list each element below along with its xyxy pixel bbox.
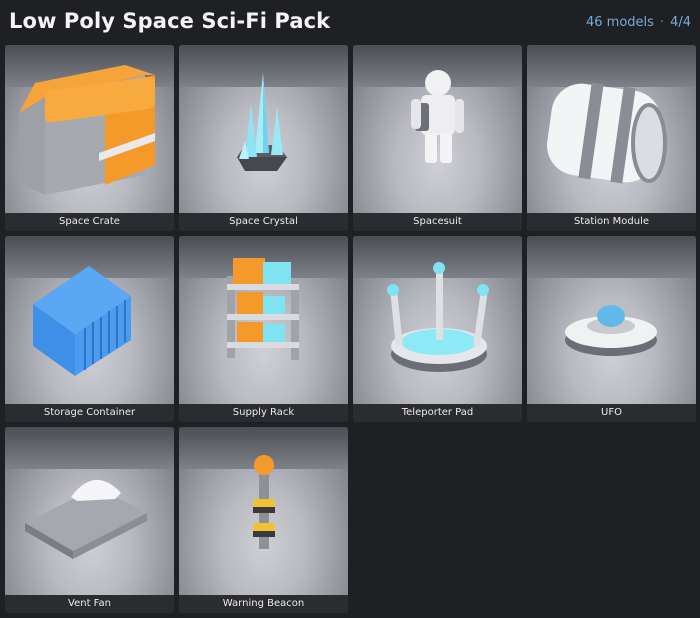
model-card-space-crate[interactable]: Space Crate [5, 45, 174, 231]
model-card-space-crystal[interactable]: Space Crystal [179, 45, 348, 231]
thumbnail[interactable] [353, 45, 522, 213]
ufo-icon [565, 305, 657, 356]
spacesuit-icon [411, 70, 464, 163]
page-header: Low Poly Space Sci-Fi Pack 46 models · 4/4 [0, 0, 700, 44]
supply-rack-icon [227, 258, 299, 360]
page-indicator[interactable]: 4/4 [670, 15, 691, 30]
separator-dot: · [659, 15, 665, 30]
storage-container-icon [33, 266, 131, 376]
vent-fan-icon [25, 479, 147, 559]
model-label: Space Crate [5, 213, 174, 231]
thumbnail[interactable] [353, 236, 522, 404]
thumbnail[interactable] [179, 427, 348, 595]
thumbnail[interactable] [527, 45, 696, 213]
model-card-spacesuit[interactable]: Spacesuit [353, 45, 522, 231]
model-label: Station Module [527, 213, 696, 231]
thumbnail[interactable] [5, 45, 174, 213]
model-count: 46 models [586, 15, 654, 30]
model-card-station-module[interactable]: Station Module [527, 45, 696, 231]
thumbnail[interactable] [5, 236, 174, 404]
model-grid: Space Crate Space Crystal Spacesuit Stat… [5, 45, 696, 615]
model-label: UFO [527, 404, 696, 422]
model-label: Warning Beacon [179, 595, 348, 613]
page-title: Low Poly Space Sci-Fi Pack [9, 9, 331, 33]
warning-beacon-icon [253, 455, 275, 549]
space-crate-icon [19, 65, 155, 195]
model-label: Storage Container [5, 404, 174, 422]
model-card-supply-rack[interactable]: Supply Rack [179, 236, 348, 422]
teleporter-pad-icon [387, 262, 489, 372]
model-card-warning-beacon[interactable]: Warning Beacon [179, 427, 348, 613]
thumbnail[interactable] [179, 45, 348, 213]
model-label: Vent Fan [5, 595, 174, 613]
model-card-ufo[interactable]: UFO [527, 236, 696, 422]
model-label: Teleporter Pad [353, 404, 522, 422]
space-crystal-icon [237, 73, 287, 171]
thumbnail[interactable] [5, 427, 174, 595]
model-label: Spacesuit [353, 213, 522, 231]
model-card-storage-container[interactable]: Storage Container [5, 236, 174, 422]
pagination-info: 46 models · 4/4 [586, 15, 691, 30]
model-card-teleporter-pad[interactable]: Teleporter Pad [353, 236, 522, 422]
thumbnail[interactable] [179, 236, 348, 404]
thumbnail[interactable] [527, 236, 696, 404]
station-module-icon [547, 82, 667, 184]
model-card-vent-fan[interactable]: Vent Fan [5, 427, 174, 613]
model-label: Space Crystal [179, 213, 348, 231]
model-label: Supply Rack [179, 404, 348, 422]
